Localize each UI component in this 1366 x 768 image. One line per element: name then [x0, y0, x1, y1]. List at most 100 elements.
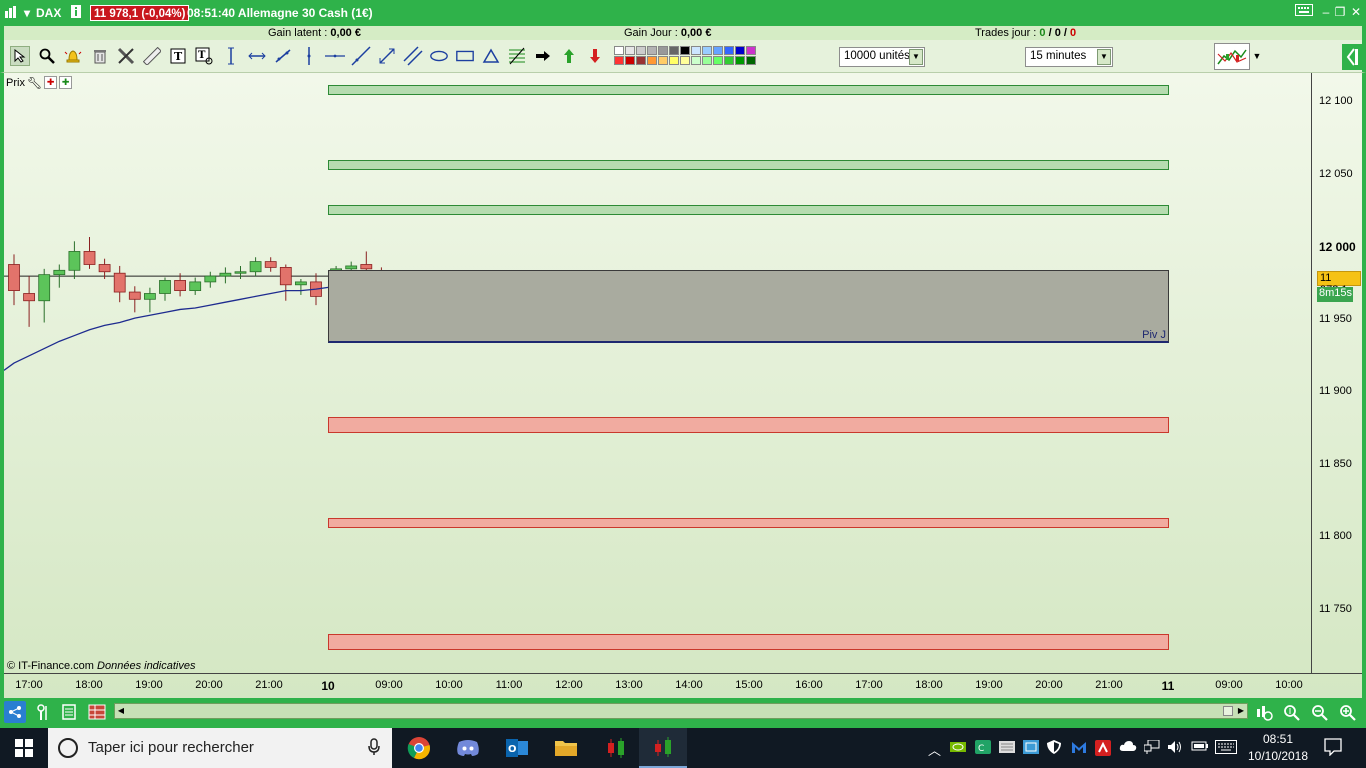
color-swatch[interactable]: [614, 56, 624, 65]
cursor-select-icon[interactable]: [10, 46, 30, 66]
vertical-bracket-icon[interactable]: [221, 46, 241, 66]
color-swatch[interactable]: [746, 46, 756, 55]
color-swatch[interactable]: [724, 46, 734, 55]
color-swatch[interactable]: [702, 56, 712, 65]
color-swatch[interactable]: [625, 46, 635, 55]
time-scrollbar[interactable]: ◀ ▶: [114, 703, 1248, 719]
side-panel-toggle-icon[interactable]: [1342, 44, 1362, 70]
wrench-icon[interactable]: 🔧︎: [27, 76, 42, 90]
display-icon[interactable]: [999, 740, 1015, 757]
info-icon[interactable]: [71, 5, 81, 21]
color-swatch[interactable]: [680, 46, 690, 55]
color-swatch[interactable]: [647, 56, 657, 65]
taskbar-clock[interactable]: 08:51 10/10/2018: [1244, 731, 1312, 765]
arrow-down-icon[interactable]: [585, 46, 605, 66]
chevron-down-icon[interactable]: ▾: [24, 6, 30, 20]
windows-start-icon[interactable]: [0, 728, 48, 768]
calculator-icon[interactable]: [58, 701, 80, 723]
outlook-icon[interactable]: O: [493, 728, 541, 768]
malwarebytes-icon[interactable]: [1071, 740, 1087, 757]
grid-icon[interactable]: [86, 701, 108, 723]
color-swatch[interactable]: [691, 56, 701, 65]
ray-line-icon[interactable]: [351, 46, 371, 66]
support-zone[interactable]: [328, 518, 1169, 529]
chart-type-icon[interactable]: [1214, 43, 1250, 70]
color-swatch[interactable]: [713, 46, 723, 55]
notifications-icon[interactable]: [1324, 738, 1342, 759]
quantity-select[interactable]: 10000 unités ▼: [839, 47, 925, 67]
vertical-line-icon[interactable]: [299, 46, 319, 66]
chevron-down-icon[interactable]: ▼: [1097, 49, 1111, 65]
support-zone[interactable]: [328, 416, 1169, 433]
resistance-zone[interactable]: [328, 160, 1169, 171]
chevron-down-icon[interactable]: ▼: [909, 49, 923, 65]
channel-icon[interactable]: [377, 46, 397, 66]
scroll-right-icon[interactable]: ▶: [1235, 704, 1247, 718]
trendline-icon[interactable]: [273, 46, 293, 66]
color-swatch[interactable]: [691, 46, 701, 55]
file-explorer-icon[interactable]: [542, 728, 590, 768]
ruler-icon[interactable]: [142, 46, 162, 66]
network-app-icon[interactable]: [1023, 740, 1039, 757]
color-swatch[interactable]: [669, 46, 679, 55]
zoom-fit-icon[interactable]: [1280, 701, 1302, 723]
chevron-down-icon[interactable]: ▼: [1251, 46, 1263, 66]
resistance-zone[interactable]: [328, 205, 1169, 216]
color-swatch[interactable]: [713, 56, 723, 65]
color-swatch[interactable]: [680, 56, 690, 65]
magnifier-icon[interactable]: [37, 46, 57, 66]
zoom-out-icon[interactable]: [1308, 701, 1330, 723]
color-swatch[interactable]: [724, 56, 734, 65]
arrow-up-icon[interactable]: [559, 46, 579, 66]
panel-add-icon[interactable]: ✚: [59, 76, 73, 89]
resistance-zone[interactable]: [328, 84, 1169, 95]
trash-icon[interactable]: [90, 46, 110, 66]
scrollbar-thumb[interactable]: [1223, 706, 1233, 716]
color-swatch[interactable]: [669, 56, 679, 65]
share-icon[interactable]: [4, 701, 26, 723]
tray-expand-icon[interactable]: ︿: [928, 740, 941, 759]
taskbar-search[interactable]: Taper ici pour rechercher: [48, 728, 392, 768]
nvidia-icon[interactable]: [950, 740, 966, 757]
fibonacci-icon[interactable]: [507, 46, 527, 66]
color-swatch[interactable]: [735, 46, 745, 55]
color-swatch[interactable]: [636, 56, 646, 65]
horizontal-line-icon[interactable]: [325, 46, 345, 66]
microphone-icon[interactable]: [368, 738, 380, 761]
triangle-icon[interactable]: [481, 46, 501, 66]
battery-icon[interactable]: [1191, 740, 1209, 755]
network-icon[interactable]: [1143, 739, 1160, 757]
color-swatch[interactable]: [625, 56, 635, 65]
onedrive-icon[interactable]: [1119, 740, 1137, 755]
tools-icon[interactable]: [32, 701, 54, 723]
pivot-zone[interactable]: Piv J: [328, 270, 1169, 343]
support-zone[interactable]: [328, 634, 1169, 651]
arrow-right-icon[interactable]: [533, 46, 553, 66]
volume-icon[interactable]: [1167, 740, 1183, 757]
new-order-icon[interactable]: [1253, 701, 1275, 723]
color-swatch[interactable]: [735, 56, 745, 65]
scroll-left-icon[interactable]: ◀: [115, 704, 127, 718]
discord-icon[interactable]: [444, 728, 492, 768]
text-note-icon[interactable]: T: [194, 46, 214, 66]
color-swatch[interactable]: [636, 46, 646, 55]
prorealtime-icon[interactable]: [592, 728, 640, 768]
defender-icon[interactable]: [1047, 740, 1061, 757]
price-chart[interactable]: Piv J Prix 🔧︎ ✚ ✚ 12 100 12 050 12 000 11 9…: [4, 73, 1362, 698]
color-swatch[interactable]: [647, 46, 657, 55]
color-swatch[interactable]: [614, 46, 624, 55]
color-swatch[interactable]: [658, 56, 668, 65]
zoom-in-icon[interactable]: [1336, 701, 1358, 723]
timeframe-select[interactable]: 15 minutes ▼: [1025, 47, 1113, 67]
horizontal-range-icon[interactable]: [247, 46, 267, 66]
restore-icon[interactable]: ❐: [1332, 4, 1348, 20]
panel-close-icon[interactable]: ✚: [44, 76, 58, 89]
prorealtime-active-icon[interactable]: [639, 728, 687, 768]
color-swatch[interactable]: [658, 46, 668, 55]
color-swatch[interactable]: [746, 56, 756, 65]
rectangle-icon[interactable]: [455, 46, 475, 66]
chrome-icon[interactable]: [395, 728, 443, 768]
touch-keyboard-icon[interactable]: [1215, 740, 1237, 757]
avira-icon[interactable]: [1095, 740, 1111, 759]
tools-icon[interactable]: [116, 46, 136, 66]
